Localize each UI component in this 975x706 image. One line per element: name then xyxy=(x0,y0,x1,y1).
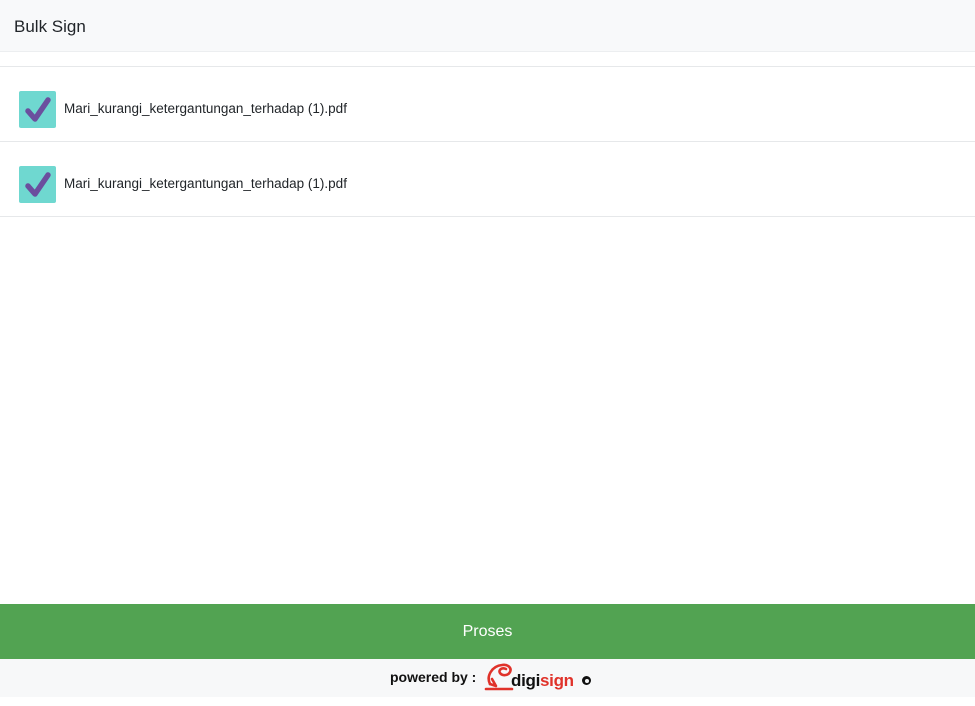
footer: powered by : digisign xyxy=(0,659,975,697)
brand-sign: sign xyxy=(540,671,574,690)
file-name: Mari_kurangi_ketergantungan_terhadap (1)… xyxy=(64,101,347,116)
file-checkbox[interactable] xyxy=(19,166,56,203)
bulk-sign-page: Bulk Sign Mari_kurangi_ketergantungan_te… xyxy=(0,0,975,706)
file-name: Mari_kurangi_ketergantungan_terhadap (1)… xyxy=(64,176,347,191)
file-checkbox[interactable] xyxy=(19,91,56,128)
checkmark-icon xyxy=(25,172,51,197)
list-item: Mari_kurangi_ketergantungan_terhadap (1)… xyxy=(0,67,975,142)
digisign-logo: digisign xyxy=(484,662,594,694)
proses-button[interactable]: Proses xyxy=(0,604,975,659)
registered-mark-icon xyxy=(582,676,591,685)
page-title: Bulk Sign xyxy=(14,17,86,36)
brand-wordmark: digisign xyxy=(511,671,574,691)
powered-by-label: powered by : xyxy=(390,669,477,685)
list-item: Mari_kurangi_ketergantungan_terhadap (1)… xyxy=(0,142,975,217)
brand-digi: digi xyxy=(511,671,541,690)
header-bar: Bulk Sign xyxy=(0,0,975,52)
checkmark-icon xyxy=(25,97,51,122)
file-list: Mari_kurangi_ketergantungan_terhadap (1)… xyxy=(0,66,975,217)
